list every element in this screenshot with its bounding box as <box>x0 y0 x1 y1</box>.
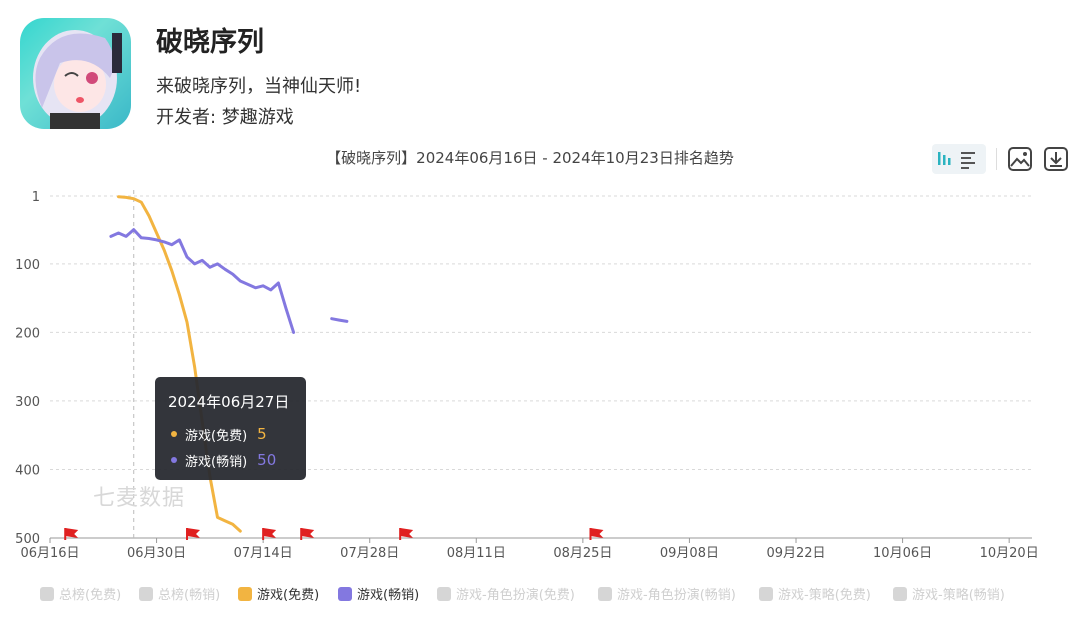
chart-legend: 总榜(免费) 总榜(畅销) 游戏(免费) 游戏(畅销) 游戏-角色扮演(免费) 游戏-角色… <box>0 584 1080 604</box>
y-tick-label: 500 <box>15 532 40 547</box>
legend-item[interactable]: 游戏(畅销) <box>338 584 419 603</box>
legend-label: 游戏(畅销) <box>357 588 420 603</box>
legend-item[interactable]: 游戏-角色扮演(免费) <box>437 584 575 603</box>
legend-swatch <box>139 586 153 601</box>
y-tick-label: 400 <box>15 463 40 478</box>
legend-label: 游戏-策略(畅销) <box>912 588 1005 603</box>
x-tick-label: 08月25日 <box>553 546 612 561</box>
x-tick-label: 07月14日 <box>234 546 293 561</box>
tooltip-label: 游戏(免费) <box>185 428 248 444</box>
y-tick-label: 300 <box>15 395 40 410</box>
legend-swatch <box>40 586 54 601</box>
x-tick-label: 08月11日 <box>447 546 506 561</box>
tooltip-value: 5 <box>257 425 267 443</box>
legend-item[interactable]: 总榜(免费) <box>40 584 121 603</box>
tooltip-row: 游戏(免费) 5 <box>168 421 306 447</box>
legend-item[interactable]: 游戏-策略(畅销) <box>893 584 1005 603</box>
y-tick-label: 200 <box>15 326 40 341</box>
legend-label: 游戏-角色扮演(畅销) <box>617 588 736 603</box>
legend-label: 游戏(免费) <box>257 588 320 603</box>
chart-tooltip: 2024年06月27日 游戏(免费) 5 游戏(畅销) 50 <box>155 377 306 480</box>
legend-item[interactable]: 游戏-角色扮演(畅销) <box>598 584 736 603</box>
x-tick-label: 06月16日 <box>20 546 79 561</box>
legend-label: 总榜(免费) <box>59 588 122 603</box>
tooltip-row: 游戏(畅销) 50 <box>168 447 306 473</box>
watermark: 七麦数据 <box>93 486 186 511</box>
legend-swatch <box>437 586 451 601</box>
x-tick-label: 07月28日 <box>340 546 399 561</box>
legend-swatch <box>598 586 612 601</box>
x-tick-label: 06月30日 <box>127 546 186 561</box>
y-tick-label: 1 <box>32 190 40 205</box>
tooltip-dot <box>171 457 177 463</box>
legend-label: 总榜(畅销) <box>158 588 221 603</box>
tooltip-label: 游戏(畅销) <box>185 454 248 470</box>
x-tick-label: 09月08日 <box>660 546 719 561</box>
legend-swatch <box>759 586 773 601</box>
series-line[interactable] <box>109 228 296 334</box>
x-tick-label: 10月20日 <box>980 546 1039 561</box>
legend-swatch <box>338 586 352 601</box>
y-tick-label: 100 <box>15 258 40 273</box>
legend-label: 游戏-角色扮演(免费) <box>456 588 575 603</box>
tooltip-value: 50 <box>257 451 277 469</box>
legend-item[interactable]: 游戏-策略(免费) <box>759 584 871 603</box>
legend-swatch <box>238 586 252 601</box>
legend-item[interactable]: 游戏(免费) <box>238 584 319 603</box>
legend-item[interactable]: 总榜(畅销) <box>139 584 220 603</box>
series-line[interactable] <box>330 317 349 323</box>
rank-trend-chart: 1 100 200 300 400 50006月16日 06月30日 07月14日 07月28日… <box>15 190 1039 561</box>
x-tick-label: 09月22日 <box>766 546 825 561</box>
tooltip-dot <box>171 431 177 437</box>
legend-label: 游戏-策略(免费) <box>778 588 871 603</box>
tooltip-date: 2024年06月27日 <box>168 393 290 411</box>
legend-swatch <box>893 586 907 601</box>
x-tick-label: 10月06日 <box>873 546 932 561</box>
